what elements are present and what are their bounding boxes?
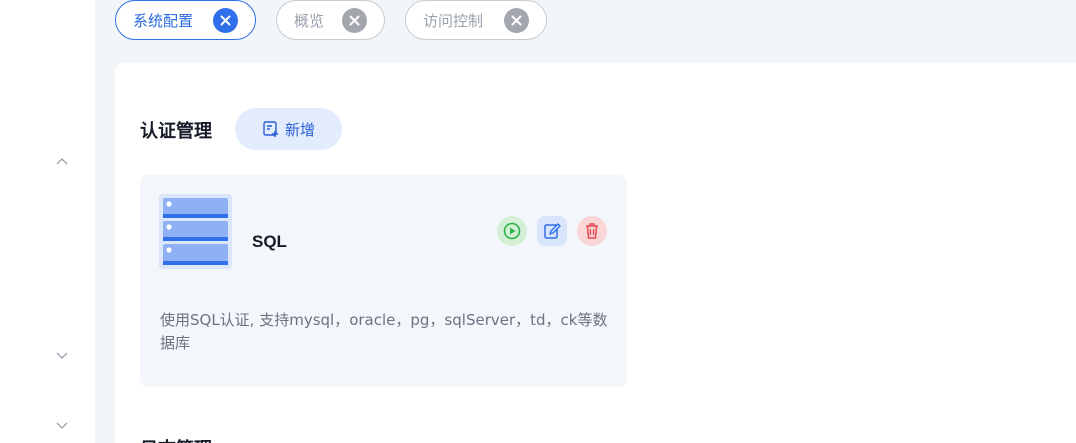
play-icon <box>503 222 521 240</box>
database-icon <box>159 194 232 269</box>
edit-button[interactable] <box>537 216 567 246</box>
tab-label: 系统配置 <box>133 11 194 30</box>
close-circle-icon[interactable] <box>342 8 367 33</box>
section-title: 认证管理 <box>140 121 212 142</box>
tab-access-control[interactable]: 访问控制 <box>405 0 547 40</box>
add-button-label: 新增 <box>284 120 315 139</box>
chevron-down-icon[interactable] <box>55 419 69 433</box>
chevron-up-icon[interactable] <box>55 154 69 168</box>
trash-icon <box>586 223 598 239</box>
chevron-down-icon[interactable] <box>55 349 69 363</box>
sidebar <box>0 0 95 443</box>
add-button[interactable]: 新增 <box>235 108 342 150</box>
auth-card[interactable]: SQL 使用SQL认证, 支持mysql，oracle，pg，sqlServer… <box>140 175 627 387</box>
card-description: 使用SQL认证, 支持mysql，oracle，pg，sqlServer，td，… <box>160 311 608 352</box>
card-name: SQL <box>252 232 287 251</box>
edit-icon <box>544 223 561 239</box>
tab-label: 访问控制 <box>423 11 484 30</box>
tab-system-config[interactable]: 系统配置 <box>115 0 256 40</box>
tab-label: 概览 <box>294 11 325 30</box>
add-document-icon <box>263 121 278 137</box>
close-circle-icon[interactable] <box>504 8 529 33</box>
delete-button[interactable] <box>577 216 607 246</box>
run-button[interactable] <box>497 216 527 246</box>
tab-overview[interactable]: 概览 <box>276 0 385 40</box>
main-panel: 认证管理 新增 SQL 使用SQL认证, 支持mysql，oracle，pg，s… <box>115 63 1076 443</box>
section-title: 日志管理 <box>140 435 212 443</box>
close-circle-icon[interactable] <box>213 8 238 33</box>
